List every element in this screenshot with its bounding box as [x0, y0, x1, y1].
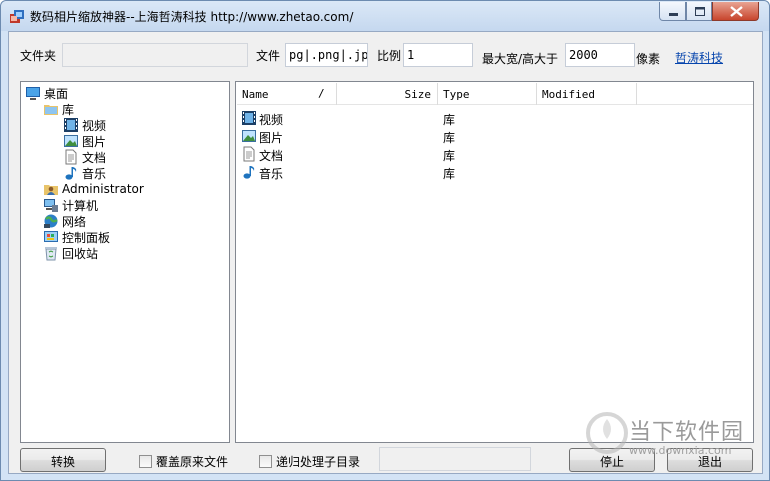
app-icon [10, 10, 24, 23]
desktop-icon [26, 87, 40, 100]
document-library-icon [65, 149, 77, 165]
watermark-url: www.downxia.com [629, 444, 732, 457]
network-icon [44, 214, 58, 228]
tree-item-label: 文档 [82, 150, 107, 165]
tree-item-control-panel[interactable]: 控制面板 [43, 229, 110, 245]
tree-item-label: 桌面 [44, 86, 69, 101]
recursive-label: 递归处理子目录 [276, 454, 361, 469]
column-header-name[interactable]: Name / [237, 83, 337, 105]
ratio-label: 比例 [377, 49, 402, 63]
pixel-unit-label: 像素 [636, 52, 661, 66]
folder-label: 文件夹 [20, 49, 57, 63]
column-header-type[interactable]: Type [438, 83, 537, 105]
window-title: 数码相片缩放神器--上海哲涛科技 http://www.zhetao.com/ [30, 10, 354, 24]
video-library-icon [242, 111, 256, 125]
list-item[interactable]: 文档 库 [241, 145, 751, 163]
list-item-name: 视频 [259, 113, 284, 127]
watermark-text: 当下软件园 [629, 420, 745, 445]
tree-item-label: 计算机 [62, 198, 99, 213]
tree-item-label: Administrator [62, 182, 144, 196]
recursive-checkbox[interactable]: 递归处理子目录 [259, 453, 360, 469]
close-button[interactable] [712, 2, 759, 21]
status-field [379, 447, 531, 471]
list-item[interactable]: 音乐 库 [241, 163, 751, 181]
folder-tree[interactable]: 桌面 库 视频 图片 文档 音乐 Administrator 计算机 网络 控制… [20, 81, 230, 443]
tree-item-music[interactable]: 音乐 [63, 165, 106, 181]
maximize-icon [695, 7, 705, 16]
title-bar[interactable]: 数码相片缩放神器--上海哲涛科技 http://www.zhetao.com/ [1, 1, 769, 31]
tree-item-label: 图片 [82, 134, 107, 149]
file-list[interactable]: Name / Size Type Modified 视频 库 图片 库 文档 库… [235, 81, 754, 443]
tree-item-videos[interactable]: 视频 [63, 117, 106, 133]
tree-item-label: 回收站 [62, 246, 99, 261]
list-item-type: 库 [443, 113, 456, 127]
convert-button[interactable]: 转换 [20, 448, 106, 472]
file-label: 文件 [256, 49, 281, 63]
list-item[interactable]: 图片 库 [241, 127, 751, 145]
tree-item-label: 视频 [82, 118, 107, 133]
checkbox-box[interactable] [139, 454, 152, 468]
close-icon [730, 6, 743, 17]
tree-item-recycle-bin[interactable]: 回收站 [43, 245, 98, 261]
list-item-type: 库 [443, 131, 456, 145]
overwrite-label: 覆盖原来文件 [156, 454, 229, 469]
tree-item-pictures[interactable]: 图片 [63, 133, 106, 149]
minimize-button[interactable] [659, 2, 686, 21]
list-item-name: 文档 [259, 149, 284, 163]
music-library-icon [65, 167, 77, 180]
maxsize-input[interactable]: 2000 [565, 43, 635, 67]
video-library-icon [64, 118, 78, 132]
tree-item-administrator[interactable]: Administrator [43, 181, 144, 197]
maxsize-label: 最大宽/高大于 [482, 52, 559, 66]
list-item-name: 图片 [259, 131, 284, 145]
tree-item-computer[interactable]: 计算机 [43, 197, 98, 213]
document-library-icon [243, 146, 255, 162]
picture-library-icon [242, 130, 256, 142]
app-window: 数码相片缩放神器--上海哲涛科技 http://www.zhetao.com/ … [0, 0, 770, 481]
computer-icon [44, 199, 58, 212]
list-header: Name / Size Type Modified [237, 83, 753, 105]
list-item-type: 库 [443, 149, 456, 163]
column-header-modified[interactable]: Modified [537, 83, 637, 105]
ratio-input[interactable]: 1 [403, 43, 473, 67]
maximize-button[interactable] [686, 2, 712, 21]
music-library-icon [243, 166, 255, 179]
user-folder-icon [44, 185, 58, 195]
control-panel-icon [44, 231, 58, 242]
library-folder-icon [44, 105, 58, 115]
tree-item-label: 控制面板 [62, 230, 111, 245]
file-extension-input[interactable]: pg|.png|.jpeg [285, 43, 368, 67]
column-header-size[interactable]: Size [337, 83, 438, 105]
list-item-name: 音乐 [259, 167, 284, 181]
list-item-type: 库 [443, 167, 456, 181]
list-item[interactable]: 视频 库 [241, 109, 751, 127]
folder-input[interactable] [62, 43, 248, 67]
picture-library-icon [64, 135, 78, 147]
tree-item-label: 库 [62, 102, 75, 117]
minimize-icon [669, 13, 678, 16]
tree-item-desktop[interactable]: 桌面 [25, 85, 68, 101]
tree-item-label: 音乐 [82, 166, 107, 181]
tree-item-network[interactable]: 网络 [43, 213, 86, 229]
sort-indicator: / [318, 87, 325, 100]
overwrite-checkbox[interactable]: 覆盖原来文件 [139, 453, 228, 469]
company-link[interactable]: 哲涛科技 [675, 49, 723, 66]
checkbox-box[interactable] [259, 454, 272, 468]
tree-item-label: 网络 [62, 214, 87, 229]
tree-item-documents[interactable]: 文档 [63, 149, 106, 165]
tree-item-libraries[interactable]: 库 [43, 101, 74, 117]
recycle-bin-icon [45, 247, 57, 261]
